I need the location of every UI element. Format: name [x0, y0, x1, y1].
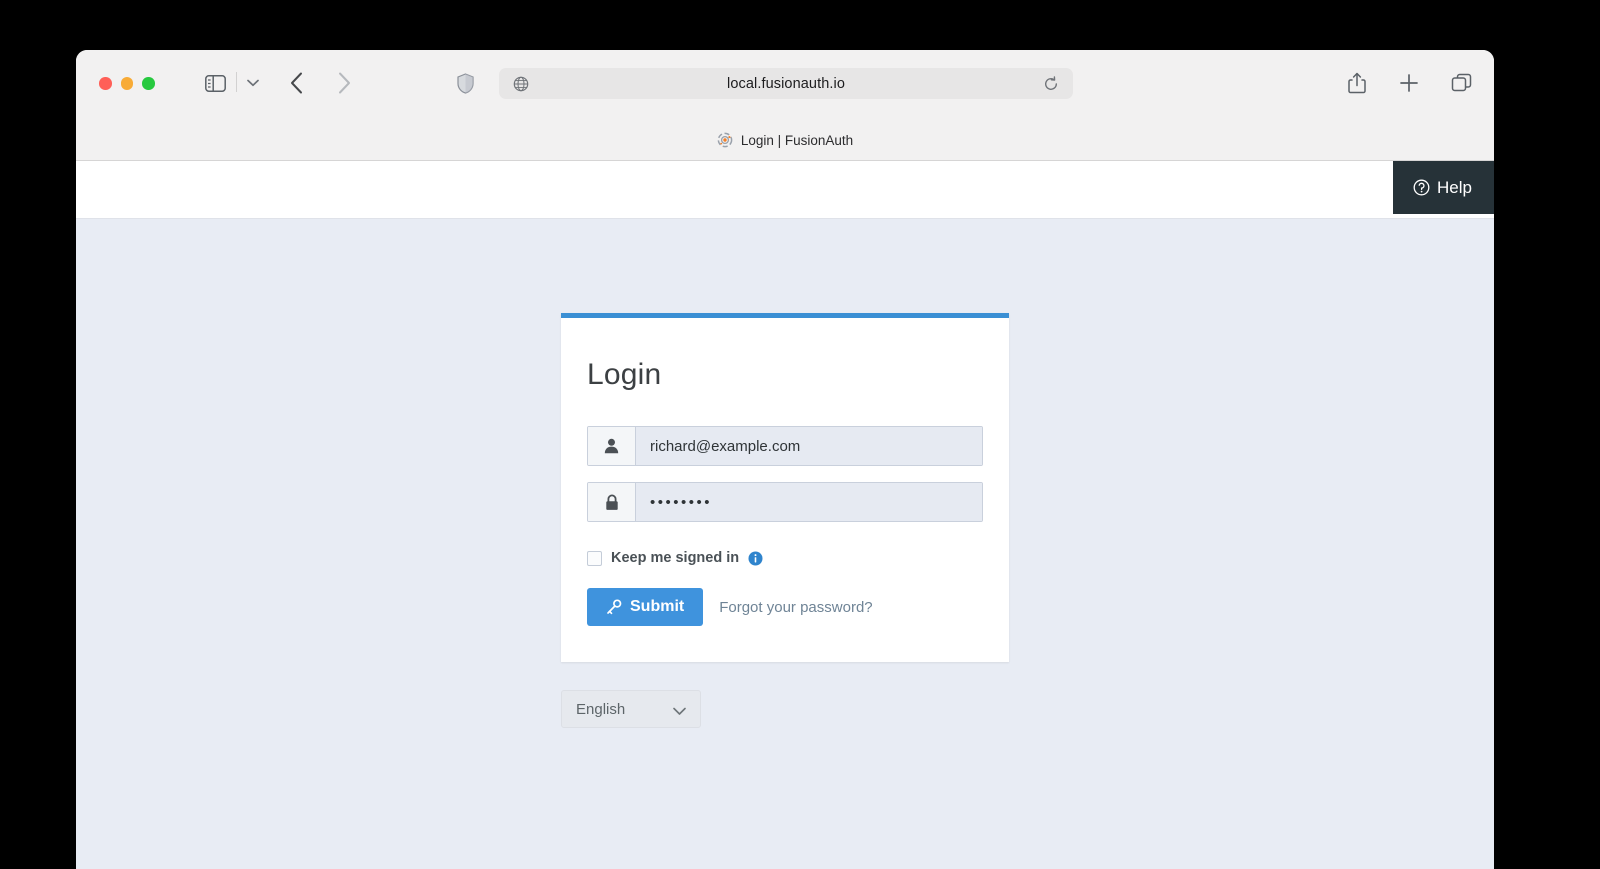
- email-field[interactable]: [636, 427, 982, 465]
- keep-signed-in-label: Keep me signed in: [611, 550, 740, 566]
- globe-icon: [513, 76, 529, 92]
- tab-bar[interactable]: Login | FusionAuth: [76, 120, 1494, 160]
- share-icon[interactable]: [1344, 69, 1370, 97]
- keep-signed-in-checkbox[interactable]: [587, 550, 602, 566]
- submit-label: Submit: [630, 598, 685, 615]
- page-content: Help Login richard@example.com •••••••• …: [76, 161, 1494, 869]
- sidebar-toggle-icon[interactable]: [203, 72, 227, 94]
- window-controls: [99, 77, 155, 90]
- address-bar[interactable]: local.fusionauth.io: [499, 68, 1073, 99]
- reload-icon[interactable]: [1043, 75, 1059, 92]
- password-input-group[interactable]: [587, 482, 983, 522]
- page-title: Login: [587, 358, 662, 391]
- keep-signed-in-row: Keep me signed in: [587, 550, 983, 566]
- language-row: English: [561, 662, 1009, 728]
- chevron-down-icon[interactable]: [244, 74, 262, 92]
- user-icon: [588, 427, 636, 465]
- password-field[interactable]: [636, 483, 982, 521]
- shield-icon[interactable]: [454, 70, 476, 96]
- close-window-button[interactable]: [99, 77, 112, 90]
- login-actions: Submit Forgot your password?: [587, 588, 983, 626]
- login-card: Login richard@example.com •••••••• Keep …: [561, 313, 1009, 662]
- forgot-password-link[interactable]: Forgot your password?: [719, 599, 872, 616]
- plus-icon[interactable]: [1396, 69, 1422, 97]
- info-circle-icon[interactable]: [748, 551, 763, 566]
- browser-window: local.fusionauth.io Login | FusionAuth H…: [76, 50, 1494, 869]
- tab-overview-icon[interactable]: [1448, 69, 1474, 97]
- back-arrow-icon[interactable]: [283, 69, 309, 97]
- maximize-window-button[interactable]: [142, 77, 155, 90]
- toolbar-right-actions: [1344, 69, 1474, 97]
- fusionauth-logo-icon: [717, 132, 733, 148]
- browser-toolbar: local.fusionauth.io: [76, 50, 1494, 120]
- tab-title: Login | FusionAuth: [740, 132, 854, 148]
- forward-arrow-icon[interactable]: [331, 69, 357, 97]
- browser-chrome: local.fusionauth.io Login | FusionAuth: [76, 50, 1494, 161]
- url-text: local.fusionauth.io: [727, 75, 845, 92]
- chevron-down-icon: [673, 703, 686, 716]
- language-select[interactable]: English: [561, 690, 701, 728]
- language-selected-value: English: [576, 700, 626, 718]
- submit-button[interactable]: Submit: [587, 588, 704, 626]
- lock-icon: [588, 483, 636, 521]
- toolbar-divider: [236, 72, 237, 92]
- key-icon: [606, 599, 622, 615]
- login-area: Login richard@example.com •••••••• Keep …: [76, 161, 1494, 728]
- email-input-group[interactable]: [587, 426, 983, 466]
- minimize-window-button[interactable]: [120, 77, 133, 90]
